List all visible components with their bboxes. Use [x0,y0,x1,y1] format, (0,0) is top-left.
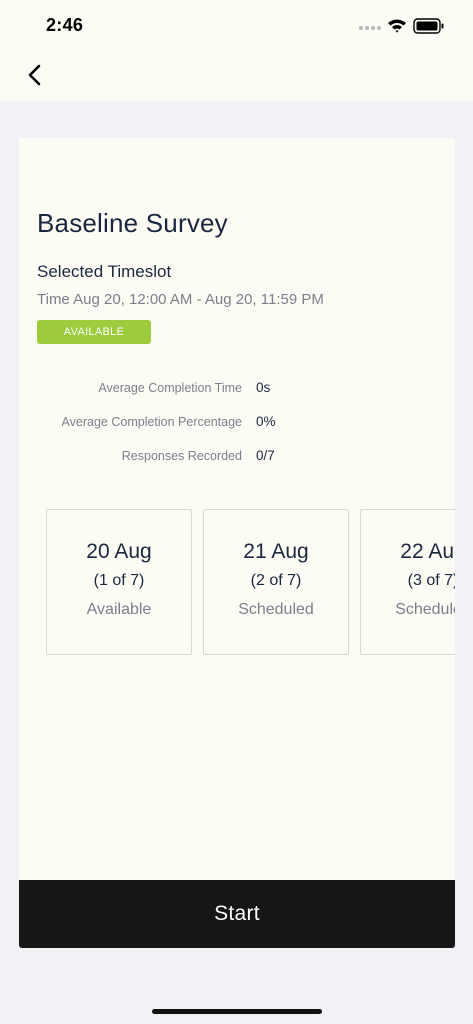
status-bar: 2:46 [0,0,473,52]
day-card[interactable]: 22 Aug (3 of 7) Scheduled [360,509,455,655]
day-index: (3 of 7) [407,572,455,589]
start-button[interactable]: Start [19,880,455,948]
day-carousel[interactable]: 20 Aug (1 of 7) Available 21 Aug (2 of 7… [46,509,455,656]
day-date: 21 Aug [243,540,309,563]
home-indicator [152,1009,322,1014]
status-time: 2:46 [46,15,84,35]
timeslot-heading: Selected Timeslot [37,262,172,281]
day-card[interactable]: 21 Aug (2 of 7) Scheduled [203,509,349,655]
day-date: 20 Aug [86,540,152,563]
nav-bar [0,52,473,101]
status-icons [357,17,449,35]
stat-label: Average Completion Percentage [61,415,242,429]
day-index: (1 of 7) [93,572,145,589]
stat-value: 0s [256,380,271,395]
survey-card: Baseline Survey Selected Timeslot Time A… [19,138,455,948]
stat-row-completion-percentage: Average Completion Percentage 0% [19,412,455,446]
chevron-left-icon [28,64,41,86]
signal-wifi-battery-icon [359,18,444,34]
day-index: (2 of 7) [250,572,302,589]
stats-list: Average Completion Time 0s Average Compl… [19,378,455,480]
day-date: 22 Aug [400,540,455,563]
day-state: Available [86,601,152,618]
day-state: Scheduled [395,601,455,618]
stat-row-responses-recorded: Responses Recorded 0/7 [19,446,455,480]
day-card[interactable]: 20 Aug (1 of 7) Available [46,509,192,655]
survey-title: Baseline Survey [37,208,228,238]
back-button[interactable] [20,60,50,90]
stat-label: Average Completion Time [98,381,242,395]
stat-label: Responses Recorded [121,449,242,463]
stat-value: 0/7 [256,448,275,463]
stat-value: 0% [256,414,276,429]
timeslot-range: Time Aug 20, 12:00 AM - Aug 20, 11:59 PM [37,291,324,308]
status-badge: AVAILABLE [37,320,151,344]
stat-row-completion-time: Average Completion Time 0s [19,378,455,412]
day-state: Scheduled [238,601,314,618]
